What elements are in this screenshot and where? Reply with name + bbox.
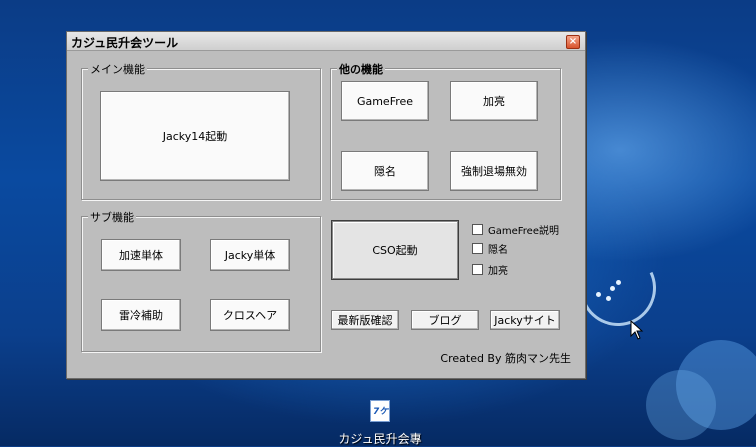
wallpaper-dot — [606, 296, 611, 301]
highlight-checkbox[interactable] — [472, 264, 483, 275]
jacky14-launch-button[interactable]: Jacky14起動 — [100, 91, 290, 181]
thunder-assist-button[interactable]: 雷冷補助 — [101, 299, 181, 331]
hide-name-checkbox[interactable] — [472, 243, 483, 254]
wallpaper-dot — [596, 292, 601, 297]
speed-only-button[interactable]: 加速単体 — [101, 239, 181, 271]
credit-text: Created By 筋肉マン先生 — [440, 352, 571, 365]
jacky-site-button[interactable]: Jackyサイト — [490, 310, 560, 330]
checkbox-label: GameFree説明 — [488, 226, 559, 237]
title-bar[interactable]: カジュ民升会ツール × — [67, 32, 585, 51]
app-shortcut-icon[interactable]: 7ケ — [370, 400, 390, 422]
blog-button[interactable]: ブログ — [411, 310, 479, 330]
checkbox-label: 隠名 — [488, 245, 508, 256]
wallpaper-dot — [616, 280, 621, 285]
sub-function-group: サブ機能 加速単体 Jacky単体 雷冷補助 クロスヘア — [81, 209, 321, 352]
wallpaper-cloud — [646, 370, 716, 440]
hide-name-checkbox-row[interactable]: 隠名 — [472, 241, 508, 256]
gamefree-help-checkbox[interactable] — [472, 224, 483, 235]
app-window: カジュ民升会ツール × メイン機能 Jacky14起動 他の機能 GameFre… — [66, 31, 586, 379]
hide-name-button[interactable]: 隠名 — [341, 151, 429, 191]
check-update-button[interactable]: 最新版確認 — [331, 310, 399, 330]
window-title: カジュ民升会ツール — [71, 36, 179, 50]
close-button[interactable]: × — [566, 35, 580, 49]
gamefree-button[interactable]: GameFree — [341, 81, 429, 121]
other-function-group: 他の機能 GameFree 加亮 隠名 強制退場無効 — [330, 61, 561, 200]
disable-kick-button[interactable]: 強制退場無効 — [450, 151, 538, 191]
highlight-button[interactable]: 加亮 — [450, 81, 538, 121]
highlight-checkbox-row[interactable]: 加亮 — [472, 262, 508, 277]
gamefree-help-checkbox-row[interactable]: GameFree説明 — [472, 222, 559, 237]
main-function-group: メイン機能 Jacky14起動 — [81, 61, 321, 200]
crosshair-button[interactable]: クロスヘア — [210, 299, 290, 331]
group-label: 他の機能 — [337, 61, 385, 77]
group-label: メイン機能 — [88, 61, 147, 77]
cso-launch-button[interactable]: CSO起動 — [331, 220, 459, 280]
desktop-icon-label[interactable]: カジュ民升会專 — [330, 430, 430, 447]
group-label: サブ機能 — [88, 209, 136, 225]
checkbox-label: 加亮 — [488, 266, 508, 277]
wallpaper-dot — [610, 286, 615, 291]
jacky-only-button[interactable]: Jacky単体 — [210, 239, 290, 271]
